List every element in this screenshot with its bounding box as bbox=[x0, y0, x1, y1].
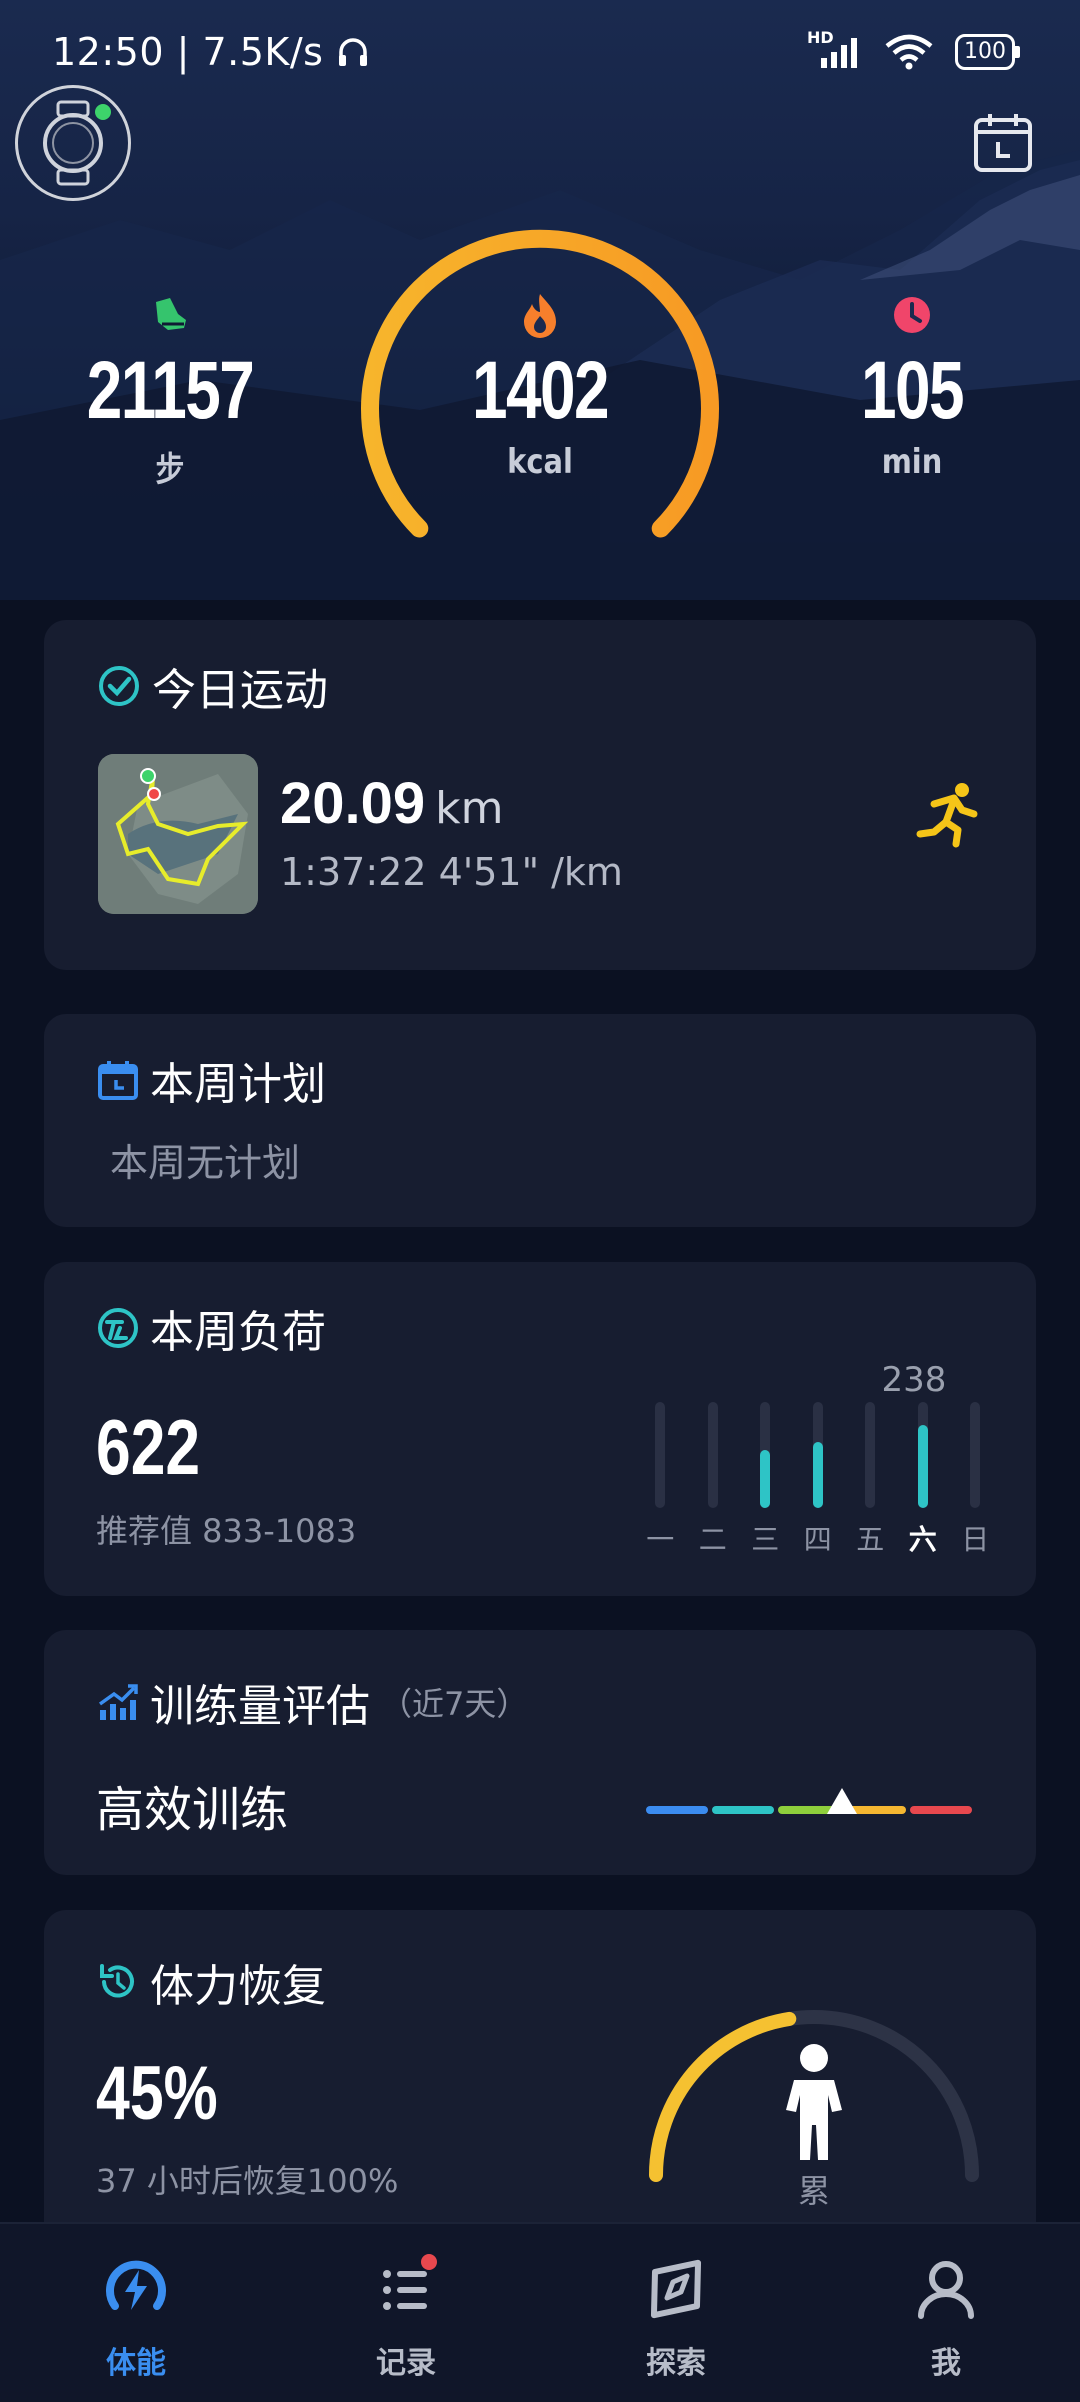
today-workout-card[interactable]: 今日运动 20.09 km 1:37:22 4'51" /km bbox=[44, 620, 1036, 970]
calories-value: 1402 bbox=[471, 345, 610, 436]
flame-icon bbox=[524, 294, 556, 338]
training-eval-scale bbox=[644, 1788, 974, 1832]
footprint-icon bbox=[156, 298, 186, 330]
route-map-thumbnail[interactable] bbox=[98, 754, 258, 914]
load-day-label: 二 bbox=[698, 1523, 727, 1556]
eval-scale-segment bbox=[712, 1806, 774, 1814]
network-type: HD bbox=[807, 28, 834, 47]
load-bar-track bbox=[707, 1402, 718, 1508]
workout-pace: 4'51" /km bbox=[438, 850, 623, 894]
compass-icon bbox=[650, 2259, 702, 2319]
weekly-load-card[interactable]: 本周负荷 622 推荐值 833-1083 238 一二三四五六日 bbox=[44, 1262, 1036, 1596]
person-figure-icon bbox=[786, 2044, 842, 2160]
load-day-5: 六 bbox=[897, 1402, 950, 1562]
recovery-icon bbox=[100, 1964, 134, 1998]
plan-calendar-icon bbox=[98, 1061, 138, 1100]
eval-scale-segment bbox=[646, 1806, 708, 1814]
eval-scale-segment bbox=[910, 1806, 972, 1814]
minutes-value: 105 bbox=[860, 345, 965, 436]
load-icon bbox=[98, 1308, 138, 1348]
workout-detail-row: 1:37:22 4'51" /km bbox=[280, 850, 623, 894]
notification-badge bbox=[421, 2254, 437, 2270]
clock-icon bbox=[894, 297, 930, 333]
weekly-plan-card[interactable]: 本周计划 本周无计划 bbox=[44, 1014, 1036, 1227]
load-day-label: 五 bbox=[856, 1523, 885, 1556]
steps-stat[interactable]: 21157 步 bbox=[60, 290, 280, 491]
wifi-icon bbox=[885, 34, 933, 70]
recovery-percent: 45% bbox=[96, 2051, 218, 2136]
steps-unit: 步 bbox=[155, 450, 185, 490]
distance-value: 20.09 bbox=[280, 771, 426, 836]
weekly-load-title: 本周负荷 bbox=[96, 1296, 326, 1360]
trend-icon bbox=[98, 1684, 138, 1720]
weekly-plan-title: 本周计划 bbox=[96, 1048, 326, 1112]
today-workout-title: 今日运动 bbox=[96, 654, 328, 718]
watch-device-button[interactable] bbox=[15, 85, 131, 201]
calendar-button[interactable] bbox=[970, 110, 1036, 176]
tab-records[interactable]: 记录 bbox=[336, 2254, 476, 2382]
weekly-load-value: 622 bbox=[96, 1403, 201, 1491]
steps-value: 21157 bbox=[86, 345, 255, 436]
load-day-1: 二 bbox=[687, 1402, 740, 1562]
calendar-icon bbox=[974, 114, 1032, 172]
tab-explore[interactable]: 探索 bbox=[606, 2254, 746, 2382]
load-day-label: 日 bbox=[961, 1523, 990, 1556]
status-speed: 7.5K/s bbox=[202, 30, 324, 74]
check-circle-icon bbox=[99, 666, 139, 706]
load-day-4: 五 bbox=[844, 1402, 897, 1562]
status-bar: 12:50 | 7.5K/s HD 100 bbox=[0, 0, 1080, 110]
load-bar-fill bbox=[760, 1450, 771, 1508]
training-eval-card[interactable]: 训练量评估 （近7天） 高效训练 bbox=[44, 1630, 1036, 1875]
minutes-unit: min bbox=[881, 442, 943, 482]
load-day-6: 日 bbox=[949, 1402, 1002, 1562]
recovery-state: 累 bbox=[797, 2172, 830, 2210]
tab-profile[interactable]: 我 bbox=[876, 2254, 1016, 2382]
recovery-card[interactable]: 体力恢复 45% 37 小时后恢复100% 累 bbox=[44, 1910, 1036, 2250]
recovery-note: 37 小时后恢复100% bbox=[96, 2162, 399, 2200]
load-bar-track bbox=[970, 1402, 981, 1508]
energy-icon bbox=[106, 2260, 166, 2310]
recovery-title: 体力恢复 bbox=[96, 1950, 326, 2014]
load-bar-track bbox=[865, 1402, 876, 1508]
training-eval-subtitle: （近7天） bbox=[380, 1685, 529, 1723]
load-day-3: 四 bbox=[792, 1402, 845, 1562]
eval-scale-marker bbox=[827, 1788, 857, 1814]
calories-stat[interactable]: 1402 kcal bbox=[430, 290, 650, 482]
profile-icon bbox=[918, 2261, 974, 2319]
load-bar-track bbox=[655, 1402, 666, 1508]
calories-unit: kcal bbox=[507, 442, 573, 482]
distance-row: 20.09 km bbox=[280, 770, 504, 837]
bottom-tab-bar: 体能 记录 探索 我 bbox=[0, 2222, 1080, 2402]
load-bar-fill bbox=[812, 1441, 823, 1508]
load-bar-fill bbox=[917, 1425, 928, 1508]
load-day-label: 三 bbox=[751, 1523, 780, 1556]
running-icon bbox=[916, 783, 978, 848]
status-time: 12:50 bbox=[52, 30, 165, 74]
distance-unit: km bbox=[435, 783, 504, 834]
weekly-plan-text: 本周无计划 bbox=[110, 1141, 301, 1185]
route-map bbox=[98, 754, 258, 914]
load-day-label: 六 bbox=[908, 1523, 937, 1556]
load-day-label: 四 bbox=[803, 1523, 832, 1556]
list-icon bbox=[383, 2254, 437, 2310]
watch-icon bbox=[43, 100, 111, 186]
battery-icon: 100 bbox=[955, 34, 1020, 70]
weekly-load-peak: 238 bbox=[881, 1360, 947, 1400]
battery-level: 100 bbox=[955, 34, 1015, 70]
workout-duration: 1:37:22 bbox=[280, 850, 427, 894]
load-day-label: 一 bbox=[646, 1523, 675, 1556]
training-eval-status: 高效训练 bbox=[96, 1782, 289, 1838]
tab-energy[interactable]: 体能 bbox=[66, 2254, 206, 2382]
minutes-stat[interactable]: 105 min bbox=[802, 290, 1022, 482]
load-day-0: 一 bbox=[634, 1402, 687, 1562]
weekly-load-bars: 一二三四五六日 bbox=[634, 1402, 1034, 1562]
status-right: HD 100 bbox=[807, 28, 1020, 70]
load-day-2: 三 bbox=[739, 1402, 792, 1562]
signal-group: HD bbox=[807, 28, 863, 70]
training-eval-title: 训练量评估 （近7天） bbox=[96, 1670, 528, 1734]
headphones-icon bbox=[339, 38, 368, 66]
status-left: 12:50 | 7.5K/s bbox=[52, 30, 370, 74]
weekly-load-recommend: 推荐值 833-1083 bbox=[96, 1512, 357, 1550]
